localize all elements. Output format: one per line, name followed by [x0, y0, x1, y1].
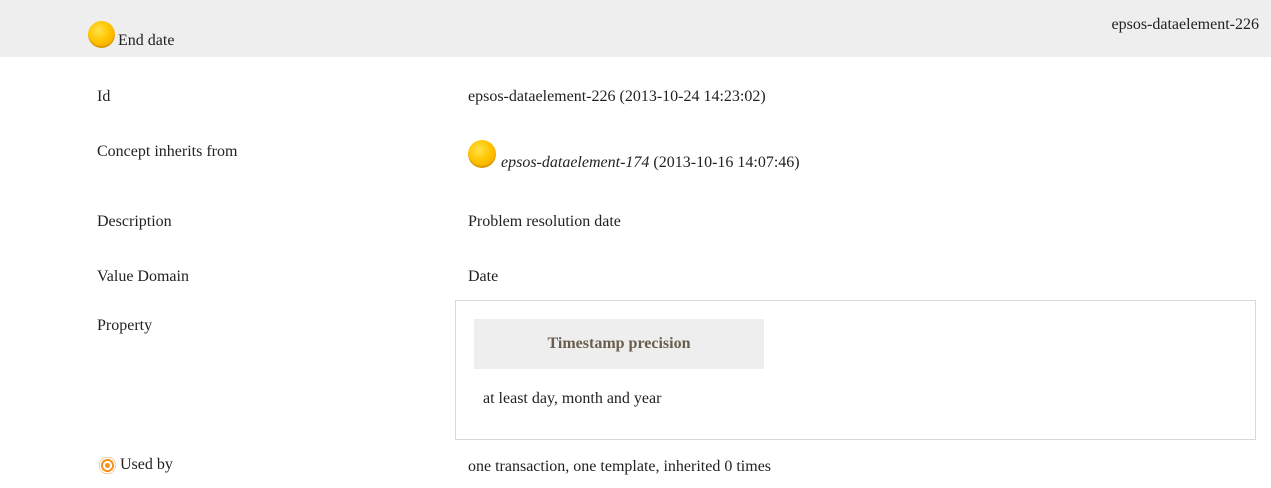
inherited-concept-date: (2013-10-16 14:07:46): [653, 154, 800, 171]
used-by-value: one transaction, one template, inherited…: [468, 458, 772, 475]
inherited-concept-orb-icon: [468, 140, 496, 168]
property-label: Property: [97, 317, 153, 334]
property-box: Timestamp precision at least day, month …: [455, 300, 1256, 440]
concept-title: End date: [118, 32, 175, 49]
concept-header: End date epsos-dataelement-226: [0, 0, 1271, 57]
id-value: epsos-dataelement-226 (2013-10-24 14:23:…: [468, 88, 766, 105]
inherits-value: epsos-dataelement-174 (2013-10-16 14:07:…: [468, 140, 800, 171]
concept-ref-id: epsos-dataelement-226: [1111, 16, 1260, 33]
property-name: Timestamp precision: [474, 319, 764, 369]
value-domain-label: Value Domain: [97, 268, 189, 285]
used-by-label-group: Used by: [99, 456, 173, 474]
inherits-label: Concept inherits from: [97, 143, 238, 160]
inherited-concept-link[interactable]: epsos-dataelement-174: [501, 154, 649, 171]
concept-orb-icon: [88, 21, 115, 48]
value-domain-value: Date: [468, 268, 499, 285]
id-label: Id: [97, 88, 111, 105]
used-by-label[interactable]: Used by: [120, 456, 173, 474]
target-icon: [99, 456, 116, 474]
property-text: at least day, month and year: [483, 390, 662, 407]
description-value: Problem resolution date: [468, 213, 621, 230]
concept-title-group: End date: [88, 21, 174, 50]
description-label: Description: [97, 213, 172, 230]
